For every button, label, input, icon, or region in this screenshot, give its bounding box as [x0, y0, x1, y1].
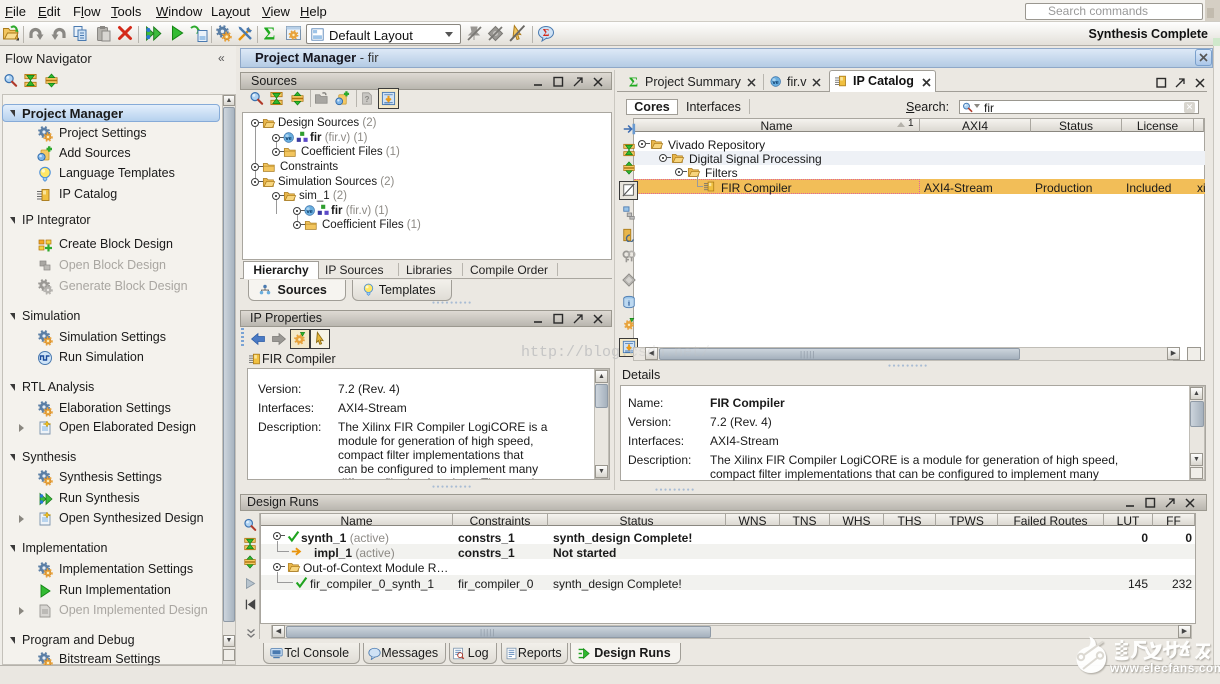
svg-text:Σ: Σ	[543, 28, 550, 39]
svg-text:i: i	[628, 300, 630, 308]
